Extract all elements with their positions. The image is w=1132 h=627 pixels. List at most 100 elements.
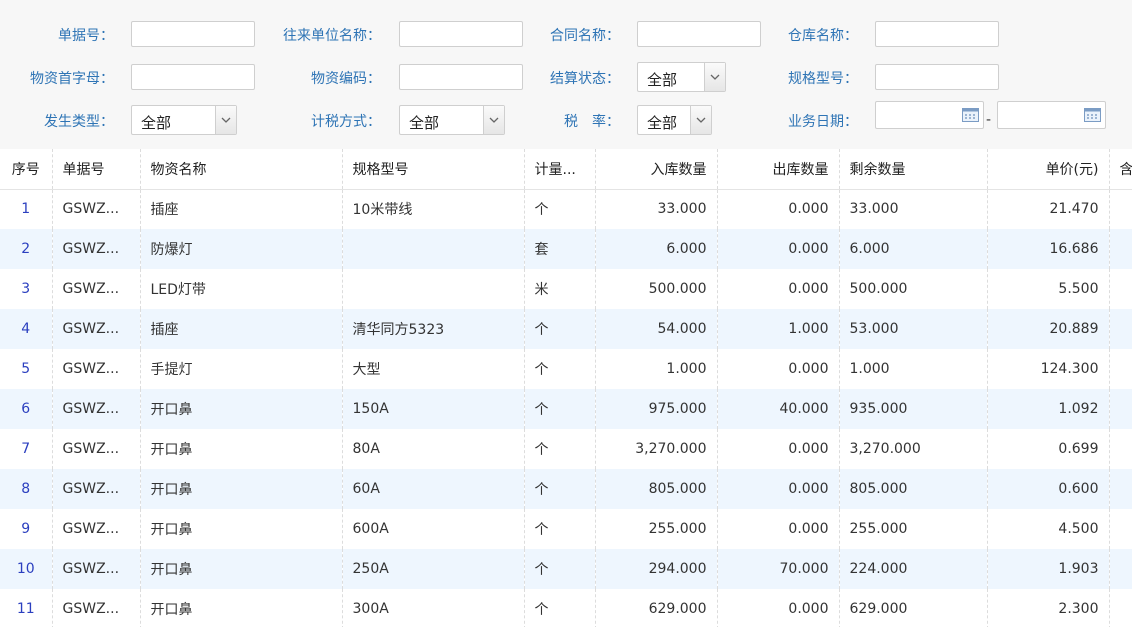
cell-unit: 个 (524, 389, 596, 429)
cell-tax-included (1109, 269, 1132, 309)
cell-remaining-qty: 629.000 (839, 589, 988, 627)
biz-date-to-input[interactable] (997, 101, 1106, 129)
chevron-down-icon[interactable] (704, 63, 725, 91)
cell-out-qty: 0.000 (717, 469, 840, 509)
cell-material-name: 手提灯 (140, 349, 343, 389)
col-header-unit-price[interactable]: 单价(元) (987, 149, 1110, 190)
col-header-unit[interactable]: 计量... (524, 149, 596, 190)
cell-material-name: 插座 (140, 189, 343, 229)
cell-spec: 大型 (342, 349, 525, 389)
partner-input[interactable] (399, 21, 523, 47)
warehouse-input[interactable] (875, 21, 999, 47)
table-row[interactable]: 2 GSWZ... 防爆灯套 6.000 0.000 6.000 16.686 (0, 229, 1132, 269)
biz-date-label: 业务日期： (788, 114, 858, 130)
cell-out-qty: 0.000 (717, 509, 840, 549)
spec-input[interactable] (875, 64, 999, 90)
cell-material-name: 开口鼻 (140, 469, 343, 509)
occur-type-select[interactable]: 全部 (131, 105, 237, 135)
col-header-doc-no[interactable]: 单据号 (52, 149, 141, 190)
cell-in-qty: 6.000 (595, 229, 718, 269)
table-row[interactable]: 5 GSWZ... 手提灯 大型个 1.000 0.000 1.000 124.300 (0, 349, 1132, 389)
tax-rate-select[interactable]: 全部 (637, 105, 712, 135)
date-range-separator: - (986, 112, 992, 128)
col-header-remaining-qty[interactable]: 剩余数量 (839, 149, 988, 190)
cell-unit: 个 (524, 589, 596, 627)
tax-rate-label: 税 率： (564, 114, 620, 130)
cell-seq: 11 (0, 589, 53, 627)
cell-unit-price: 20.889 (987, 309, 1110, 349)
cell-unit-price: 0.699 (987, 429, 1110, 469)
col-header-seq[interactable]: 序号 (0, 149, 53, 190)
cell-material-name: 开口鼻 (140, 429, 343, 469)
cell-spec: 10米带线 (342, 189, 525, 229)
table-row[interactable]: 10 GSWZ... 开口鼻 250A 个 294.000 70.000 224.000 1.9… (0, 549, 1132, 589)
cell-material-name: LED灯带 (140, 269, 343, 309)
calendar-icon[interactable] (1084, 107, 1101, 122)
col-header-out-qty[interactable]: 出库数量 (717, 149, 840, 190)
cell-doc-no: GSWZ... (52, 349, 141, 389)
table-row[interactable]: 3 GSWZ... LED灯带米 500.000 0.000 500.000 5.500 (0, 269, 1132, 309)
cell-tax-included (1109, 429, 1132, 469)
initial-input[interactable] (131, 64, 255, 90)
cell-remaining-qty: 500.000 (839, 269, 988, 309)
cell-material-name: 开口鼻 (140, 389, 343, 429)
cell-material-name: 插座 (140, 309, 343, 349)
cell-in-qty: 294.000 (595, 549, 718, 589)
chevron-down-icon[interactable] (215, 106, 236, 134)
cell-doc-no: GSWZ... (52, 389, 141, 429)
cell-seq: 5 (0, 349, 53, 389)
doc-no-input[interactable] (131, 21, 255, 47)
warehouse-label: 仓库名称： (788, 28, 858, 44)
table-header-row: 序号 单据号 物资名称 规格型号 计量... 入库数量 出库数量 剩余数量 单价… (0, 149, 1132, 190)
cell-unit: 个 (524, 469, 596, 509)
table-row[interactable]: 9 GSWZ... 开口鼻 600A 个 255.000 0.000 255.000 4.500 (0, 509, 1132, 549)
inventory-table: 序号 单据号 物资名称 规格型号 计量... 入库数量 出库数量 剩余数量 单价… (0, 149, 1132, 627)
contract-label: 合同名称： (550, 28, 620, 44)
settle-status-select[interactable]: 全部 (637, 62, 726, 92)
col-header-in-qty[interactable]: 入库数量 (595, 149, 718, 190)
cell-unit-price: 124.300 (987, 349, 1110, 389)
cell-in-qty: 33.000 (595, 189, 718, 229)
cell-unit: 个 (524, 189, 596, 229)
cell-doc-no: GSWZ... (52, 509, 141, 549)
cell-unit: 个 (524, 349, 596, 389)
cell-unit-price: 5.500 (987, 269, 1110, 309)
table-row[interactable]: 6 GSWZ... 开口鼻 150A 个 975.000 40.000 935.000 1.09… (0, 389, 1132, 429)
material-code-input[interactable] (399, 64, 523, 90)
contract-input[interactable] (637, 21, 761, 47)
cell-tax-included (1109, 509, 1132, 549)
cell-doc-no: GSWZ... (52, 469, 141, 509)
cell-remaining-qty: 3,270.000 (839, 429, 988, 469)
cell-material-name: 开口鼻 (140, 589, 343, 627)
calendar-icon[interactable] (962, 107, 979, 122)
col-header-material-name[interactable]: 物资名称 (140, 149, 343, 190)
cell-unit-price: 4.500 (987, 509, 1110, 549)
cell-remaining-qty: 33.000 (839, 189, 988, 229)
cell-unit: 套 (524, 229, 596, 269)
tax-rate-value: 全部 (647, 114, 678, 132)
cell-seq: 3 (0, 269, 53, 309)
cell-unit: 个 (524, 309, 596, 349)
biz-date-from-input[interactable] (875, 101, 984, 129)
settle-status-value: 全部 (647, 71, 678, 89)
settle-status-label: 结算状态： (550, 71, 620, 87)
tax-method-select[interactable]: 全部 (399, 105, 505, 135)
table-row[interactable]: 11 GSWZ... 开口鼻 300A 个 629.000 0.000 629.000 2.30… (0, 589, 1132, 627)
occur-type-value: 全部 (141, 114, 172, 132)
chevron-down-icon[interactable] (483, 106, 504, 134)
cell-tax-included (1109, 189, 1132, 229)
table-row[interactable]: 1 GSWZ... 插座 10米带线个 33.000 0.000 33.000 21.470 (0, 189, 1132, 229)
cell-seq: 10 (0, 549, 53, 589)
chevron-down-icon[interactable] (690, 106, 711, 134)
cell-spec: 250A (342, 549, 525, 589)
cell-in-qty: 975.000 (595, 389, 718, 429)
col-header-spec[interactable]: 规格型号 (342, 149, 525, 190)
cell-out-qty: 0.000 (717, 229, 840, 269)
col-header-tax-included[interactable]: 含 (1109, 149, 1132, 190)
cell-unit-price: 0.600 (987, 469, 1110, 509)
table-row[interactable]: 8 GSWZ... 开口鼻 60A 个 805.000 0.000 805.000 0.600 (0, 469, 1132, 509)
table-row[interactable]: 4 GSWZ... 插座 清华同方5323 个 54.000 1.000 53.000 20.8… (0, 309, 1132, 349)
cell-unit-price: 16.686 (987, 229, 1110, 269)
cell-seq: 9 (0, 509, 53, 549)
table-row[interactable]: 7 GSWZ... 开口鼻 80A 个 3,270.000 0.000 3,270.000 0.… (0, 429, 1132, 469)
